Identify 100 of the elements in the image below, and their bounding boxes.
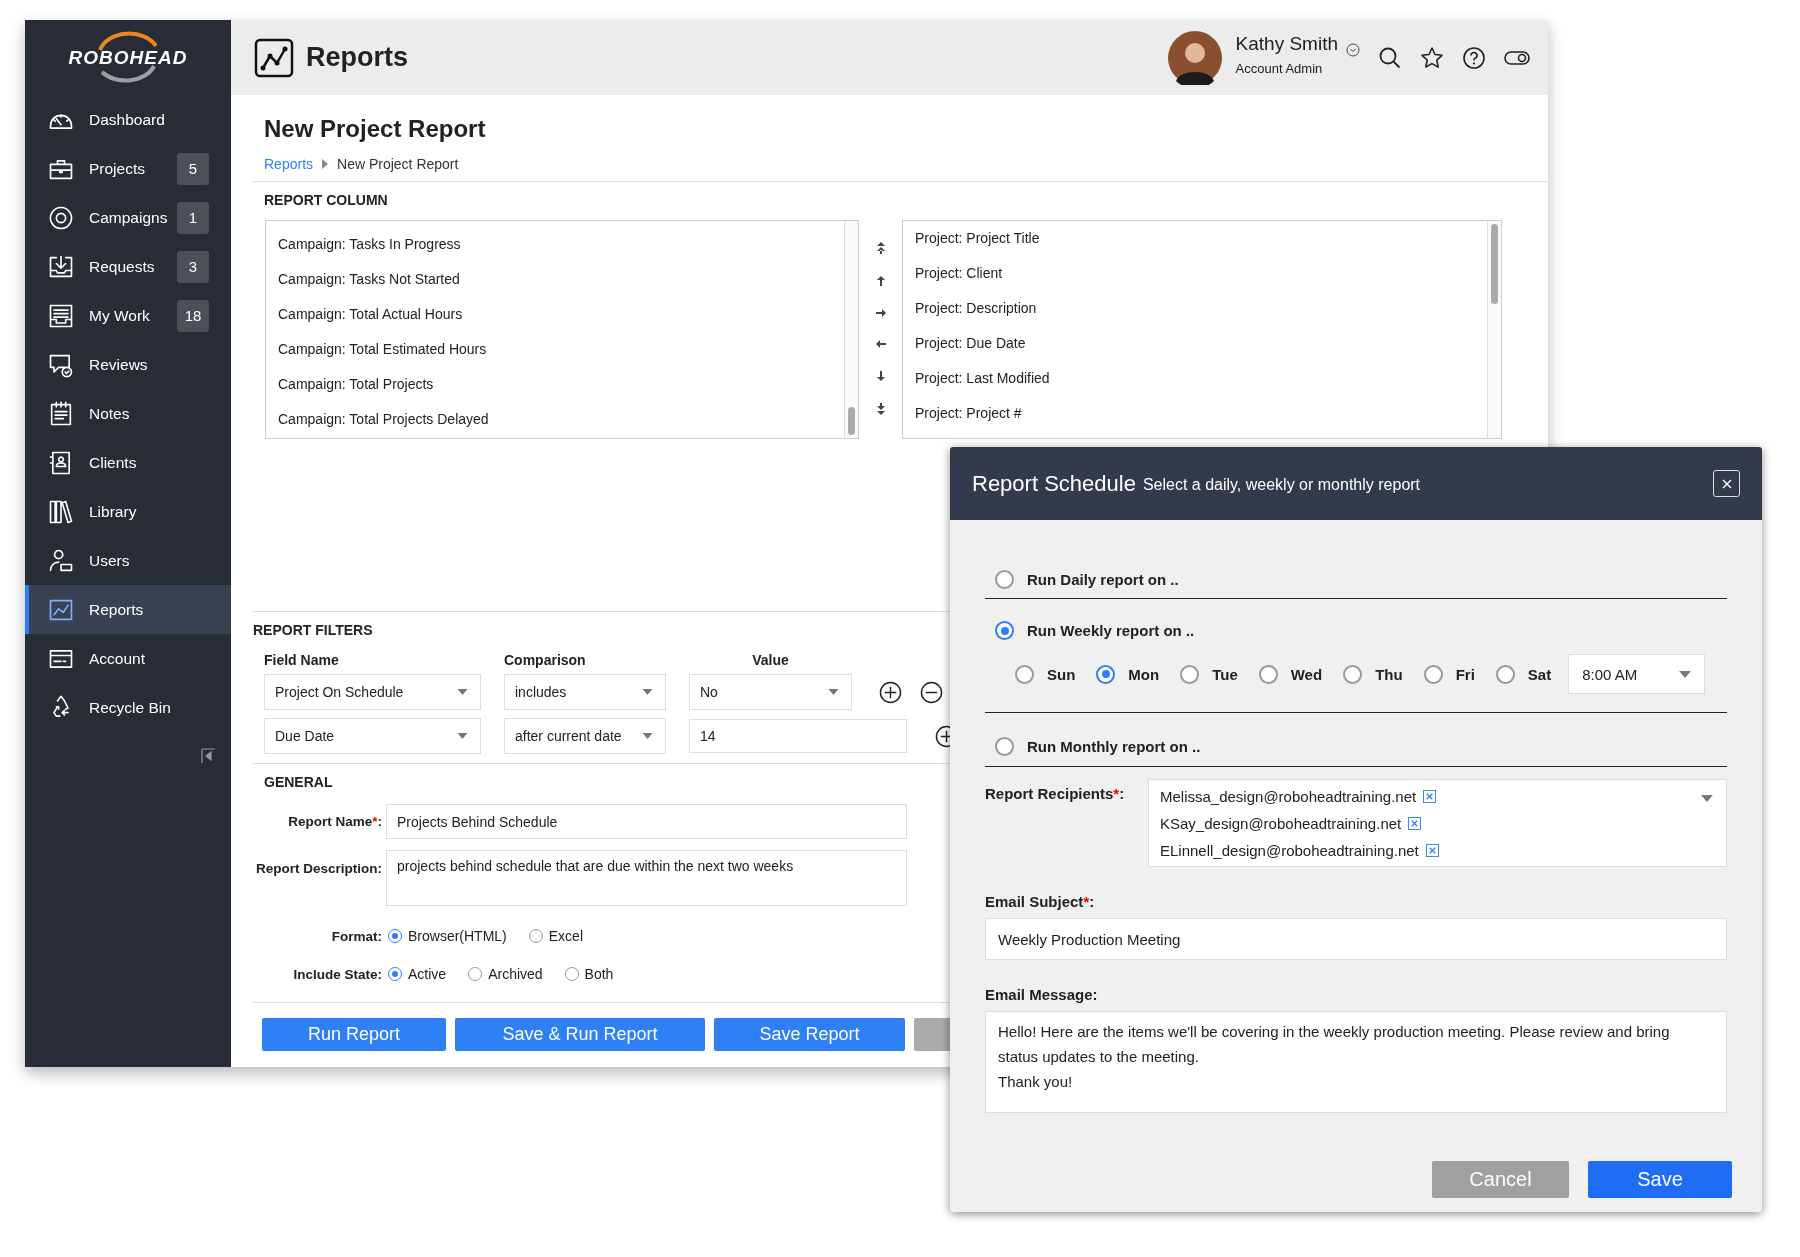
day-option[interactable]: Fri [1423, 664, 1475, 684]
column-option[interactable]: Campaign: Total Estimated Hours [278, 332, 844, 367]
search-icon[interactable] [1378, 45, 1402, 70]
breadcrumb-link[interactable]: Reports [264, 156, 314, 172]
count-badge: 1 [177, 201, 209, 234]
star-icon[interactable] [1420, 45, 1444, 70]
sidebar-item[interactable]: My Work 18 [25, 291, 231, 340]
sidebar-item[interactable]: Reviews [25, 340, 231, 389]
toggle-icon[interactable] [1504, 49, 1530, 66]
collapse-icon[interactable] [200, 748, 216, 764]
column-label: Value [751, 652, 790, 668]
count-badge: 18 [177, 299, 209, 332]
page-heading: Reports [306, 42, 408, 73]
sidebar-item[interactable]: Library [25, 487, 231, 536]
schedule-option[interactable]: Run Daily report on .. [995, 570, 1179, 589]
sidebar-item[interactable]: Campaigns 1 [25, 193, 231, 242]
column-label: Field Name [264, 652, 340, 668]
sidebar-item[interactable]: Requests 3 [25, 242, 231, 291]
count-badge: 3 [177, 250, 209, 283]
chevron-icon[interactable] [1346, 42, 1360, 57]
email-message-field[interactable]: Hello! Here are the items we'll be covering in the weekly production meeting. Please review and bring status updates to the meeting. Thank you! [985, 1011, 1727, 1113]
avatar[interactable] [1167, 30, 1222, 85]
sidebar-item[interactable]: Users [25, 536, 231, 585]
caret-icon[interactable] [1701, 795, 1713, 802]
schedule-option[interactable]: Run Monthly report on .. [995, 737, 1201, 756]
field-label: Email Message: [985, 986, 1099, 1003]
arrow-up-icon[interactable] [875, 275, 886, 287]
recipient-email: ELinnell_design@roboheadtraining.net [1160, 842, 1419, 859]
action-button[interactable]: Save & Run Report [455, 1018, 705, 1051]
report-description-field[interactable]: projects behind schedule that are due within the next two weeks [386, 850, 907, 906]
comparison-select[interactable]: after current date [504, 718, 666, 754]
arrow-left-icon[interactable] [874, 339, 887, 349]
radio-option[interactable]: Browser(HTML) [388, 928, 507, 944]
sidebar-item[interactable]: Projects 5 [25, 144, 231, 193]
column-option[interactable]: Project: Project # [915, 396, 1487, 431]
column-option[interactable]: Project: Project Title [915, 221, 1487, 256]
value-select[interactable]: No [689, 674, 852, 710]
scrollbar[interactable] [1487, 221, 1501, 438]
day-option[interactable]: Thu [1343, 664, 1403, 684]
day-option[interactable]: Sun [1015, 664, 1076, 684]
close-button[interactable] [1713, 470, 1740, 497]
time-select[interactable]: 8:00 AM [1568, 654, 1706, 694]
scrollbar[interactable] [844, 221, 858, 438]
breadcrumb-current: New Project Report [337, 156, 459, 172]
column-option[interactable]: Campaign: Total Projects [278, 367, 844, 402]
field-label: Report Description: [255, 861, 382, 876]
column-label: Comparison [504, 652, 587, 668]
help-icon[interactable] [1462, 45, 1486, 70]
user-name[interactable]: Kathy Smith [1235, 33, 1338, 55]
sidebar-item[interactable]: Dashboard [25, 95, 231, 144]
radio-option[interactable]: Excel [528, 928, 583, 944]
value-field[interactable]: 14 [689, 719, 907, 753]
report-name-field[interactable]: Projects Behind Schedule [386, 804, 907, 839]
day-option[interactable]: Tue [1180, 664, 1238, 684]
page-title: New Project Report [264, 115, 487, 143]
column-option[interactable]: Project: Last Modified [915, 361, 1487, 396]
logo[interactable]: ROBOHEAD [68, 46, 188, 69]
move-bottom-icon[interactable] [875, 403, 886, 415]
field-select[interactable]: Project On Schedule [264, 674, 481, 710]
add-icon[interactable] [879, 680, 902, 704]
sidebar-item[interactable]: Clients [25, 438, 231, 487]
action-button[interactable]: Save Report [714, 1018, 905, 1051]
sidebar-item[interactable]: Reports [25, 585, 231, 634]
day-option[interactable]: Sat [1495, 664, 1552, 684]
column-option[interactable]: Campaign: Total Projects Delayed [278, 402, 844, 437]
radio-option[interactable]: Archived [468, 966, 543, 982]
column-option[interactable]: Campaign: Tasks Not Started [278, 262, 844, 297]
caret-icon [828, 689, 839, 695]
comparison-select[interactable]: includes [504, 674, 666, 710]
sidebar-item[interactable]: Notes [25, 389, 231, 438]
column-option[interactable]: Project: Client [915, 256, 1487, 291]
remove-icon[interactable] [920, 680, 943, 704]
caret-icon [457, 689, 468, 695]
action-button[interactable]: Run Report [262, 1018, 446, 1051]
move-top-icon[interactable] [875, 242, 886, 254]
arrow-right-icon[interactable] [874, 308, 887, 318]
field-select[interactable]: Due Date [264, 718, 481, 754]
count-badge: 5 [177, 152, 209, 185]
sidebar-item[interactable]: Recycle Bin [25, 683, 231, 732]
recipients-field[interactable]: Melissa_design@roboheadtraining.net KSay_design@roboheadtraining.net ELinnell_design@roboheadtraining.net [1148, 779, 1727, 867]
sidebar-item[interactable]: Account [25, 634, 231, 683]
schedule-option[interactable]: Run Weekly report on .. [995, 621, 1195, 640]
caret-icon [642, 689, 653, 695]
email-subject-field[interactable]: Weekly Production Meeting [985, 918, 1727, 960]
field-label: Report Recipients*: [985, 785, 1126, 804]
radio-option[interactable]: Active [388, 966, 447, 982]
column-option[interactable]: Campaign: Tasks In Progress [278, 227, 844, 262]
dialog-title: Report Schedule [972, 470, 1136, 497]
arrow-down-icon[interactable] [875, 370, 886, 382]
breadcrumb-arrow-icon [322, 159, 329, 169]
day-option[interactable]: Wed [1258, 664, 1323, 684]
day-option[interactable]: Mon [1096, 664, 1160, 684]
column-option[interactable]: Campaign: Total Actual Hours [278, 297, 844, 332]
column-option[interactable]: Project: Description [915, 291, 1487, 326]
save-button[interactable]: Save [1588, 1161, 1732, 1198]
radio-option[interactable]: Both [564, 966, 614, 982]
section-heading: GENERAL [264, 774, 333, 790]
caret-icon [457, 733, 468, 739]
column-option[interactable]: Project: Due Date [915, 326, 1487, 361]
field-label: Report Name*: [287, 814, 382, 829]
